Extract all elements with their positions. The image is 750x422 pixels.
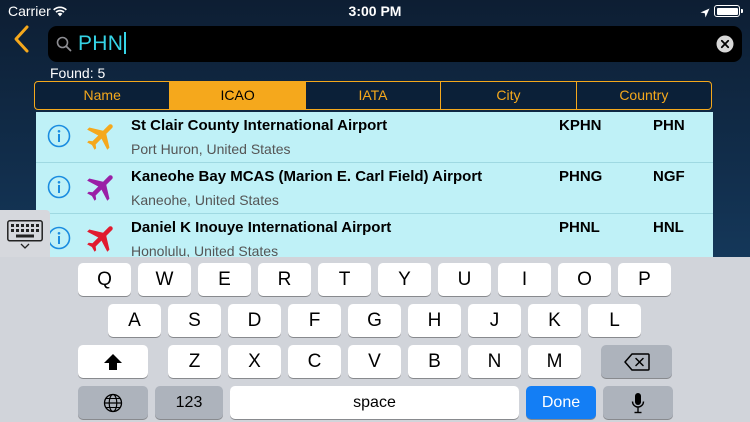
airplane-shape xyxy=(87,226,113,252)
backspace-key[interactable] xyxy=(601,345,672,378)
globe-icon xyxy=(103,393,123,412)
airport-location: Honolulu, United States xyxy=(131,243,279,257)
iata-code: HNL xyxy=(653,219,684,236)
search-query-value: PHN xyxy=(78,32,124,55)
back-chevron-icon xyxy=(12,25,32,58)
key-w[interactable]: W xyxy=(138,263,191,296)
status-time: 3:00 PM xyxy=(348,3,402,19)
key-r[interactable]: R xyxy=(258,263,311,296)
search-query-text: PHN xyxy=(78,32,127,56)
key-s[interactable]: S xyxy=(168,304,221,337)
key-n[interactable]: N xyxy=(468,345,521,378)
key-l[interactable]: L xyxy=(588,304,641,337)
info-icon[interactable] xyxy=(47,124,71,148)
keyboard: Q W E R T Y U I O P A S D F G H J K L Z … xyxy=(0,257,750,422)
back-button[interactable] xyxy=(12,24,38,54)
key-x[interactable]: X xyxy=(228,345,281,378)
shift-key[interactable] xyxy=(78,345,148,378)
globe-key[interactable] xyxy=(78,386,148,419)
text-caret xyxy=(124,32,127,54)
key-b[interactable]: B xyxy=(408,345,461,378)
key-m[interactable]: M xyxy=(528,345,581,378)
airplane-icon xyxy=(84,118,120,154)
keyboard-dismiss-icon xyxy=(7,220,43,255)
key-o[interactable]: O xyxy=(558,263,611,296)
search-icon xyxy=(56,36,72,57)
segment-city[interactable]: City xyxy=(441,82,577,109)
key-f[interactable]: F xyxy=(288,304,341,337)
airport-name: St Clair County International Airport xyxy=(131,117,388,134)
airport-name: Kaneohe Bay MCAS (Marion E. Carl Field) … xyxy=(131,168,483,185)
numbers-key[interactable]: 123 xyxy=(155,386,223,419)
space-key[interactable]: space xyxy=(230,386,519,419)
segment-iata[interactable]: IATA xyxy=(306,82,442,109)
airport-location: Kaneohe, United States xyxy=(131,192,279,208)
airport-location: Port Huron, United States xyxy=(131,141,291,157)
key-z[interactable]: Z xyxy=(168,345,221,378)
info-icon[interactable] xyxy=(47,175,71,199)
key-g[interactable]: G xyxy=(348,304,401,337)
location-arrow-icon xyxy=(700,5,710,23)
airplane-icon xyxy=(84,169,120,205)
clear-icon[interactable] xyxy=(716,35,734,53)
done-key[interactable]: Done xyxy=(526,386,596,419)
battery-icon xyxy=(714,5,743,17)
key-e[interactable]: E xyxy=(198,263,251,296)
segment-icao[interactable]: ICAO xyxy=(170,82,306,109)
airport-name: Daniel K Inouye International Airport xyxy=(131,219,392,236)
keyboard-toggle-button[interactable] xyxy=(0,210,50,257)
key-k[interactable]: K xyxy=(528,304,581,337)
key-v[interactable]: V xyxy=(348,345,401,378)
airplane-shape xyxy=(87,124,113,150)
status-bar: Carrier 3:00 PM xyxy=(0,0,750,22)
icao-code: PHNG xyxy=(559,168,603,185)
segment-country[interactable]: Country xyxy=(577,82,711,109)
iata-code: PHN xyxy=(653,117,685,134)
key-c[interactable]: C xyxy=(288,345,341,378)
search-input[interactable]: PHN xyxy=(48,26,742,62)
icao-code: KPHN xyxy=(559,117,602,134)
result-row[interactable]: Daniel K Inouye International Airport Ho… xyxy=(36,214,713,257)
key-q[interactable]: Q xyxy=(78,263,131,296)
key-i[interactable]: I xyxy=(498,263,551,296)
key-d[interactable]: D xyxy=(228,304,281,337)
result-row[interactable]: Kaneohe Bay MCAS (Marion E. Carl Field) … xyxy=(36,163,713,214)
microphone-icon xyxy=(631,392,645,413)
key-t[interactable]: T xyxy=(318,263,371,296)
backspace-icon xyxy=(623,352,650,371)
result-row[interactable]: St Clair County International Airport Po… xyxy=(36,112,713,163)
microphone-key[interactable] xyxy=(603,386,673,419)
icao-code: PHNL xyxy=(559,219,600,236)
sort-segmented-control: Name ICAO IATA City Country xyxy=(34,81,712,110)
segment-name[interactable]: Name xyxy=(35,82,171,109)
key-y[interactable]: Y xyxy=(378,263,431,296)
key-a[interactable]: A xyxy=(108,304,161,337)
airplane-icon xyxy=(84,220,120,256)
iata-code: NGF xyxy=(653,168,685,185)
key-h[interactable]: H xyxy=(408,304,461,337)
shift-icon xyxy=(104,353,122,370)
found-count-label: Found: 5 xyxy=(50,65,106,81)
key-u[interactable]: U xyxy=(438,263,491,296)
results-list: St Clair County International Airport Po… xyxy=(36,112,713,257)
airplane-shape xyxy=(87,175,113,201)
info-icon[interactable] xyxy=(47,226,71,250)
key-p[interactable]: P xyxy=(618,263,671,296)
key-j[interactable]: J xyxy=(468,304,521,337)
